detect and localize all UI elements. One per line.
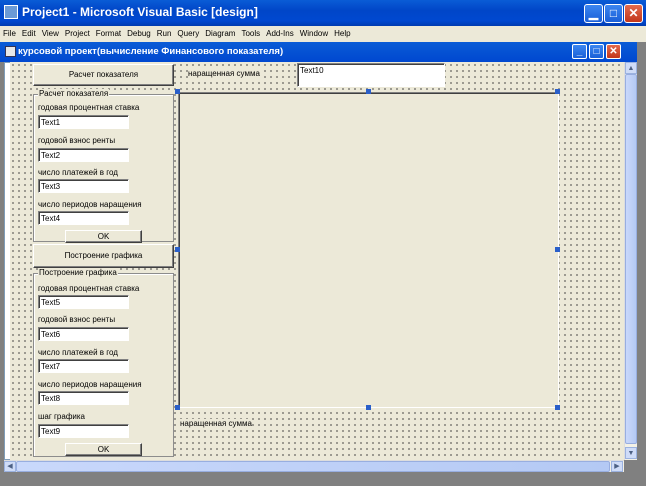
- menu-run[interactable]: Run: [154, 26, 175, 42]
- picture-box[interactable]: [178, 92, 559, 408]
- f2-label-1: годовая процентная ставка: [38, 284, 140, 293]
- child-title: курсовой проект(вычисление Финансового п…: [18, 46, 284, 57]
- close-icon[interactable]: ✕: [624, 4, 643, 23]
- selection-handle[interactable]: [175, 405, 180, 410]
- menu-project[interactable]: Project: [62, 26, 93, 42]
- text2-field[interactable]: Text2: [38, 148, 129, 162]
- selection-handle[interactable]: [555, 247, 560, 252]
- ok-button-1[interactable]: OK: [65, 230, 142, 243]
- menu-diagram[interactable]: Diagram: [202, 26, 238, 42]
- selection-handle[interactable]: [366, 405, 371, 410]
- top-label: наращенная сумма: [188, 69, 260, 78]
- main-titlebar[interactable]: Project1 - Microsoft Visual Basic [desig…: [0, 0, 646, 26]
- menu-tools[interactable]: Tools: [238, 26, 263, 42]
- menu-format[interactable]: Format: [93, 26, 124, 42]
- f2-label-2: годовой взнос ренты: [38, 315, 116, 324]
- child-minimize-icon[interactable]: _: [572, 44, 587, 59]
- f2-label-4: число периодов наращения: [38, 380, 142, 389]
- selection-handle[interactable]: [175, 89, 180, 94]
- scroll-down-icon[interactable]: ▼: [625, 447, 637, 459]
- calc-button[interactable]: Расчет показателя: [33, 64, 174, 86]
- text4-field[interactable]: Text4: [38, 211, 129, 225]
- text1-field[interactable]: Text1: [38, 115, 129, 129]
- menu-bar: File Edit View Project Format Debug Run Query Di…: [0, 26, 646, 42]
- child-titlebar[interactable]: курсовой проект(вычисление Финансового п…: [0, 42, 637, 62]
- menu-edit[interactable]: Edit: [19, 26, 39, 42]
- horizontal-scroll-thumb[interactable]: [16, 461, 610, 472]
- graph-button[interactable]: Построение графика: [33, 244, 174, 268]
- text10-field[interactable]: Text10: [297, 63, 445, 87]
- horizontal-scrollbar[interactable]: ◀ ▶: [4, 460, 624, 472]
- window-title: Project1 - Microsoft Visual Basic [desig…: [22, 5, 258, 19]
- selection-handle[interactable]: [555, 405, 560, 410]
- menu-file[interactable]: File: [0, 26, 19, 42]
- vertical-scroll-thumb[interactable]: [625, 74, 637, 444]
- child-close-icon[interactable]: ✕: [606, 44, 621, 59]
- minimize-icon[interactable]: ▁: [584, 4, 603, 23]
- menu-query[interactable]: Query: [174, 26, 202, 42]
- f1-label-2: годовой взнос ренты: [38, 136, 116, 145]
- ok-button-2[interactable]: OK: [65, 443, 142, 456]
- text5-field[interactable]: Text5: [38, 295, 129, 309]
- frame-graph-caption: Построение графика: [38, 268, 118, 277]
- text6-field[interactable]: Text6: [38, 327, 129, 341]
- f1-label-3: число платежей в год: [38, 168, 118, 177]
- scroll-up-icon[interactable]: ▲: [625, 62, 637, 74]
- vertical-scrollbar[interactable]: ▲ ▼: [624, 62, 637, 460]
- menu-window[interactable]: Window: [297, 26, 331, 42]
- f1-label-1: годовая процентная ставка: [38, 103, 140, 112]
- frame-calc-caption: Расчет показателя: [38, 89, 110, 98]
- selection-handle[interactable]: [366, 89, 371, 94]
- form-icon[interactable]: [5, 46, 16, 57]
- maximize-icon[interactable]: □: [604, 4, 623, 23]
- selection-handle[interactable]: [555, 89, 560, 94]
- child-maximize-icon[interactable]: □: [589, 44, 604, 59]
- menu-addins[interactable]: Add-Ins: [263, 26, 297, 42]
- scroll-left-icon[interactable]: ◀: [4, 461, 16, 472]
- f2-label-3: число платежей в год: [38, 348, 118, 357]
- text7-field[interactable]: Text7: [38, 359, 129, 373]
- selection-handle[interactable]: [175, 247, 180, 252]
- bottom-label: наращенная сумма: [180, 419, 252, 428]
- vb-app-icon[interactable]: [4, 5, 18, 19]
- text9-field[interactable]: Text9: [38, 424, 129, 438]
- f2-label-5: шаг графика: [38, 412, 85, 421]
- scroll-right-icon[interactable]: ▶: [611, 461, 623, 472]
- menu-view[interactable]: View: [39, 26, 62, 42]
- f1-label-4: число периодов наращения: [38, 200, 142, 209]
- text8-field[interactable]: Text8: [38, 391, 129, 405]
- text3-field[interactable]: Text3: [38, 179, 129, 193]
- menu-debug[interactable]: Debug: [124, 26, 154, 42]
- menu-help[interactable]: Help: [331, 26, 353, 42]
